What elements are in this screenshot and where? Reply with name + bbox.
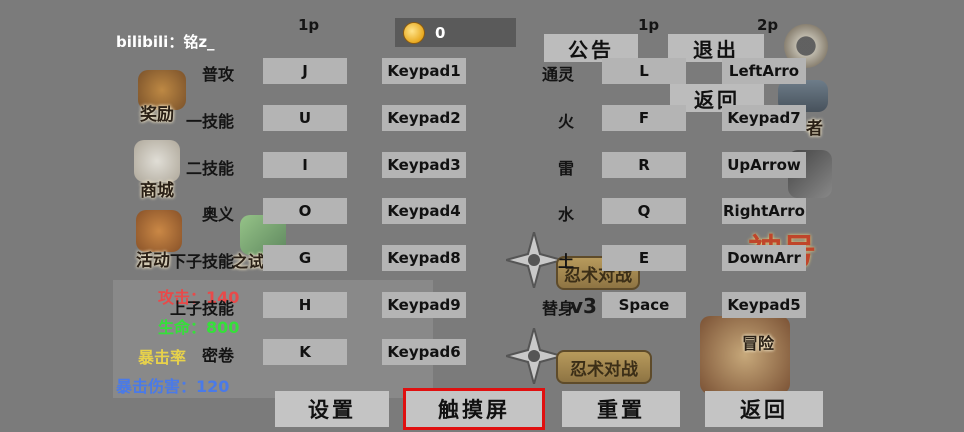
action-label-fire: 火 <box>557 112 574 131</box>
action-label-water: 水 <box>557 205 574 224</box>
column-header-2p-right: 2p <box>757 16 779 34</box>
action-label-thunder: 雷 <box>557 159 574 178</box>
key-1p-up-sub-skill[interactable]: H <box>263 292 347 318</box>
battle-banner-bottom-label: 忍术对战 <box>570 359 638 380</box>
action-label-substitution: 替身 <box>541 299 574 318</box>
key-1p-skill-1[interactable]: U <box>263 105 347 131</box>
coin-value: 0 <box>435 23 446 42</box>
column-header-1p-right: 1p <box>638 16 660 34</box>
key-1p-ultimate[interactable]: O <box>263 198 347 224</box>
key-2p-skill-2[interactable]: Keypad3 <box>382 152 466 178</box>
action-label-secret-scroll: 密卷 <box>201 346 234 365</box>
shop-label: 商城 <box>140 181 174 201</box>
action-label-ultimate: 奥义 <box>201 205 234 224</box>
key-2p-fire[interactable]: Keypad7 <box>722 105 806 131</box>
action-label-up-sub-skill: 上子技能 <box>169 299 234 318</box>
key-1p-fire[interactable]: F <box>602 105 686 131</box>
action-label-earth: 土 <box>557 252 574 271</box>
action-label-skill-1: 一技能 <box>185 112 234 131</box>
key-2p-substitution[interactable]: Keypad5 <box>722 292 806 318</box>
key-2p-ultimate[interactable]: Keypad4 <box>382 198 466 224</box>
key-1p-water[interactable]: Q <box>602 198 686 224</box>
key-2p-earth[interactable]: DownArr <box>722 245 806 271</box>
adventure-label: 冒险 <box>742 334 775 353</box>
key-2p-down-sub-skill[interactable]: Keypad8 <box>382 245 466 271</box>
adventure-scroll-icon <box>700 316 790 394</box>
key-1p-secret-scroll[interactable]: K <box>263 339 347 365</box>
ninja-label: 者 <box>806 119 823 139</box>
action-label-skill-2: 二技能 <box>185 159 234 178</box>
key-1p-normal-attack[interactable]: J <box>263 58 347 84</box>
key-2p-up-sub-skill[interactable]: Keypad9 <box>382 292 466 318</box>
key-2p-summon[interactable]: LeftArro <box>722 58 806 84</box>
coin-counter: 0 <box>395 18 516 47</box>
coin-icon <box>403 21 425 44</box>
battle-banner-bottom: 忍术对战 <box>556 350 652 384</box>
key-1p-down-sub-skill[interactable]: G <box>263 245 347 271</box>
key-2p-secret-scroll[interactable]: Keypad6 <box>382 339 466 365</box>
key-1p-summon[interactable]: L <box>602 58 686 84</box>
column-header-1p-left: 1p <box>298 16 320 34</box>
version-label: v3 <box>570 294 597 318</box>
shuriken-icon-bottom <box>506 328 562 384</box>
action-label-normal-attack: 普攻 <box>201 65 234 84</box>
key-2p-normal-attack[interactable]: Keypad1 <box>382 58 466 84</box>
key-1p-substitution[interactable]: Space <box>602 292 686 318</box>
settings-button[interactable]: 设置 <box>275 391 389 427</box>
key-1p-earth[interactable]: E <box>602 245 686 271</box>
crit-damage-stat: 暴击伤害：120 <box>116 377 230 396</box>
back-bottom-button[interactable]: 返回 <box>705 391 823 427</box>
action-label-down-sub-skill: 下子技能 <box>169 252 234 271</box>
user-label: bilibili：铭z_ <box>116 33 215 51</box>
activity-suffix-label: 之试 <box>232 252 265 271</box>
reset-button[interactable]: 重置 <box>562 391 680 427</box>
key-2p-skill-1[interactable]: Keypad2 <box>382 105 466 131</box>
action-label-summon: 通灵 <box>541 65 574 84</box>
key-1p-skill-2[interactable]: I <box>263 152 347 178</box>
key-1p-thunder[interactable]: R <box>602 152 686 178</box>
key-2p-water[interactable]: RightArro <box>722 198 806 224</box>
key-2p-thunder[interactable]: UpArrow <box>722 152 806 178</box>
touchscreen-button[interactable]: 触摸屏 <box>403 388 545 430</box>
